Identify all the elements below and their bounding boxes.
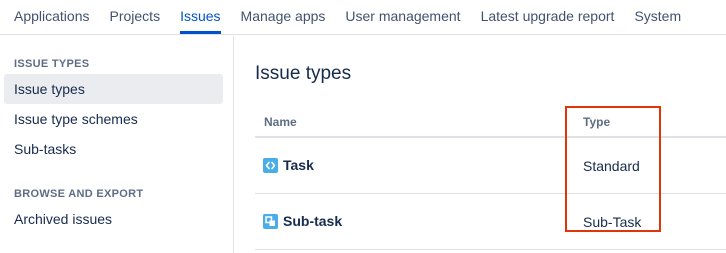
tab-issues[interactable]: Issues — [180, 0, 221, 34]
sidebar-item-issue-types[interactable]: Issue types — [4, 74, 223, 104]
issue-type-name[interactable]: Sub-task — [263, 213, 342, 229]
table-row: Sub-task Sub-Task — [255, 195, 726, 250]
main-content: Issue types Name Type Task Standard Sub-… — [255, 36, 726, 253]
tab-system[interactable]: System — [634, 0, 681, 34]
page-title: Issue types — [255, 63, 352, 84]
issue-type-name-label: Task — [283, 157, 314, 173]
sidebar-item-sub-tasks[interactable]: Sub-tasks — [4, 134, 223, 164]
sidebar: ISSUE TYPES Issue types Issue type schem… — [0, 36, 234, 253]
tab-applications[interactable]: Applications — [14, 0, 90, 34]
column-header-name[interactable]: Name — [264, 115, 297, 129]
tab-projects[interactable]: Projects — [110, 0, 161, 34]
issue-type-name-label: Sub-task — [283, 213, 343, 229]
sidebar-heading-issue-types: ISSUE TYPES — [14, 58, 90, 70]
subtask-icon — [263, 213, 278, 229]
tab-latest-upgrade-report[interactable]: Latest upgrade report — [481, 0, 615, 34]
admin-top-navigation: Applications Projects Issues Manage apps… — [0, 0, 726, 35]
sidebar-heading-browse-and-export: BROWSE AND EXPORT — [14, 188, 144, 200]
issue-type-type: Standard — [583, 158, 640, 174]
issue-type-type: Sub-Task — [583, 214, 642, 230]
tab-manage-apps[interactable]: Manage apps — [241, 0, 326, 34]
table-row: Task Standard — [255, 139, 726, 194]
issue-type-name[interactable]: Task — [263, 157, 314, 173]
task-icon — [263, 157, 278, 173]
table-header: Name Type — [255, 108, 726, 138]
sidebar-item-archived-issues[interactable]: Archived issues — [4, 204, 223, 234]
tab-user-management[interactable]: User management — [345, 0, 460, 34]
sidebar-item-issue-type-schemes[interactable]: Issue type schemes — [4, 104, 223, 134]
column-header-type[interactable]: Type — [583, 115, 610, 129]
